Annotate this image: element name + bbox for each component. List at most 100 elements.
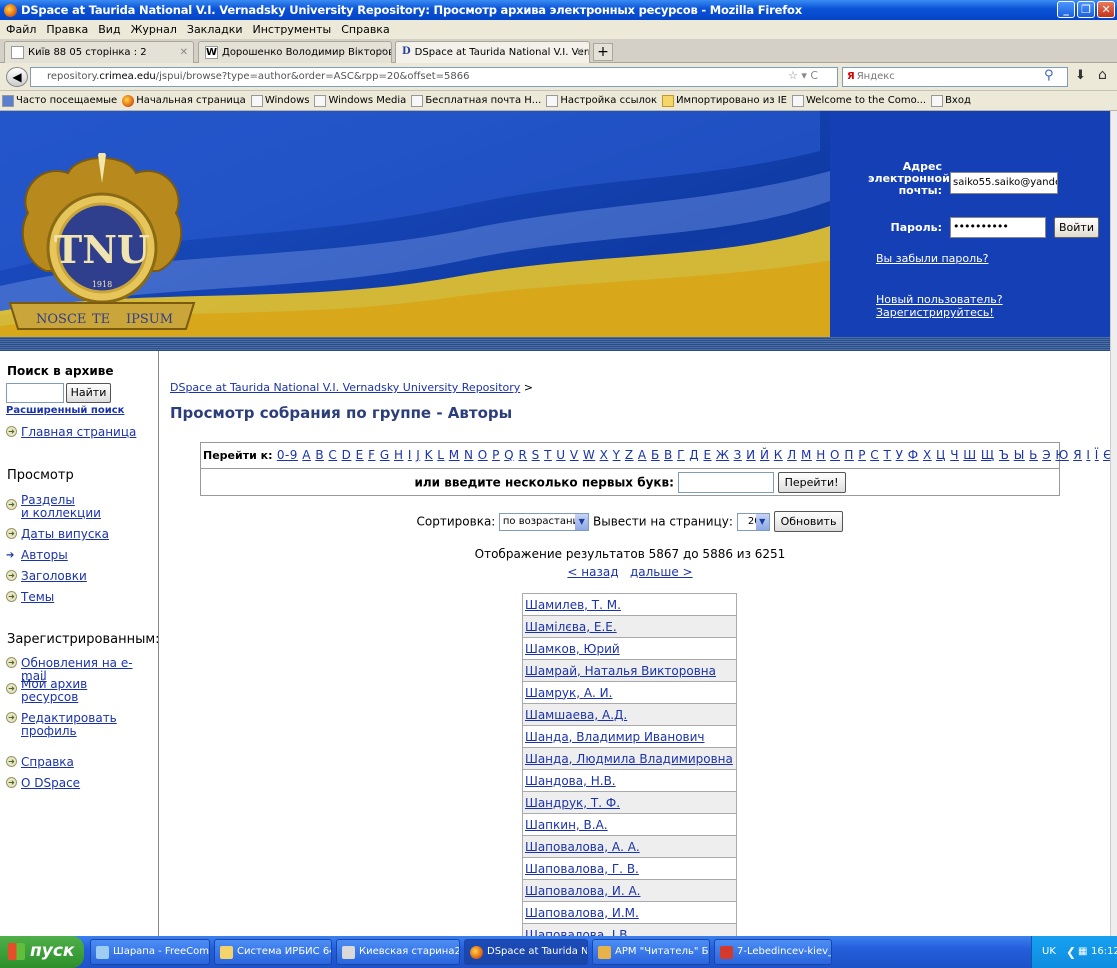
jump-link[interactable]: X: [600, 448, 609, 462]
author-link[interactable]: Шамрай, Наталья Викторовна: [525, 664, 716, 678]
jump-link[interactable]: H: [394, 448, 404, 462]
bookmark-login[interactable]: Вход: [931, 94, 971, 107]
author-link[interactable]: Шанда, Людмила Владимировна: [525, 752, 733, 766]
close-tab-icon[interactable]: ✕: [576, 47, 584, 58]
menu-help[interactable]: Справка: [341, 23, 389, 36]
menu-file[interactable]: Файл: [6, 23, 36, 36]
jump-link[interactable]: E: [356, 448, 364, 462]
password-field[interactable]: ••••••••••: [950, 217, 1046, 238]
author-link[interactable]: Шаповалова, И. А.: [525, 884, 641, 898]
breadcrumb-home-link[interactable]: DSpace at Taurida National V.I. Vernadsk…: [170, 381, 520, 394]
sidebar-item-label[interactable]: Редактировать профиль: [21, 712, 158, 738]
jump-link[interactable]: N: [464, 448, 473, 462]
taskbar-item-freecommander[interactable]: Шарапа - FreeComm...: [90, 939, 210, 965]
jump-link[interactable]: Ф: [908, 448, 919, 462]
jump-link[interactable]: К: [774, 448, 783, 462]
minimize-button[interactable]: _: [1057, 1, 1075, 18]
jump-link[interactable]: Ъ: [999, 448, 1010, 462]
sidebar-item-home[interactable]: ➜ Главная страница: [6, 426, 136, 439]
sidebar-item-label[interactable]: Мой архив ресурсов: [21, 678, 87, 704]
jump-link[interactable]: D: [342, 448, 352, 462]
author-link[interactable]: Шапкин, В.А.: [525, 818, 608, 832]
bookmark-free-mail[interactable]: Бесплатная почта Н...: [411, 94, 541, 107]
jump-link[interactable]: И: [746, 448, 755, 462]
login-button[interactable]: Войти: [1054, 217, 1099, 238]
author-link[interactable]: Шандова, Н.В.: [525, 774, 616, 788]
jump-link[interactable]: T: [544, 448, 552, 462]
bookmark-home-page[interactable]: Начальная страница: [122, 94, 246, 107]
jump-link[interactable]: B: [315, 448, 324, 462]
update-button[interactable]: Обновить: [773, 511, 844, 532]
sidebar-item-label[interactable]: Авторы: [21, 549, 68, 562]
sidebar-item-label[interactable]: Справка: [21, 756, 74, 769]
go-button[interactable]: Перейти!: [777, 472, 846, 493]
jump-link[interactable]: М: [801, 448, 812, 462]
sort-order-select[interactable]: по возрастанию ▼: [499, 512, 590, 531]
bookmark-imported-ie[interactable]: Импортировано из IE: [662, 94, 787, 107]
previous-page-link[interactable]: < назад: [567, 565, 618, 579]
jump-link[interactable]: С: [870, 448, 879, 462]
jump-link[interactable]: Ь: [1029, 448, 1038, 462]
menu-tools[interactable]: Инструменты: [253, 23, 332, 36]
jump-link[interactable]: Ї: [1095, 448, 1099, 462]
menu-bookmarks[interactable]: Закладки: [187, 23, 243, 36]
bookmark-most-visited[interactable]: Часто посещаемые: [2, 94, 117, 107]
tab-dspace[interactable]: D DSpace at Taurida National V.I. Vernad…: [395, 41, 590, 63]
maximize-button[interactable]: ❐: [1077, 1, 1095, 18]
jump-link[interactable]: Ж: [716, 448, 729, 462]
tab-kyiv[interactable]: Київ 88 05 сторінка : 2 ✕: [4, 41, 194, 63]
sidebar-item-my-archive[interactable]: ➜ Мой архив ресурсов: [6, 678, 87, 704]
start-button[interactable]: пуск: [0, 936, 84, 968]
menu-view[interactable]: Вид: [98, 23, 120, 36]
tray-arrow-icon[interactable]: ❮: [1066, 936, 1076, 968]
jump-link[interactable]: R: [518, 448, 527, 462]
jump-link[interactable]: Ч: [950, 448, 959, 462]
jump-link[interactable]: І: [1086, 448, 1090, 462]
sidebar-item-titles[interactable]: ➜ Заголовки: [6, 570, 87, 583]
menu-edit[interactable]: Правка: [46, 23, 88, 36]
jump-link[interactable]: Г: [677, 448, 685, 462]
jump-link[interactable]: O: [478, 448, 488, 462]
jump-link[interactable]: Є: [1103, 448, 1110, 462]
jump-link[interactable]: U: [556, 448, 565, 462]
author-link[interactable]: Шандрук, Т. Ф.: [525, 796, 620, 810]
jump-link[interactable]: P: [492, 448, 500, 462]
taskbar-item-irbis[interactable]: Система ИРБИС 64 u...: [214, 939, 332, 965]
taskbar-item-kievskaya[interactable]: Киевская старина2....: [336, 939, 460, 965]
new-tab-button[interactable]: +: [593, 43, 613, 61]
author-link[interactable]: Шамрук, А. И.: [525, 686, 612, 700]
taskbar-item-pdf[interactable]: 7-Lebedincev-kiev_st...: [714, 939, 832, 965]
jump-link[interactable]: Д: [689, 448, 699, 462]
sidebar-item-label[interactable]: Разделы и коллекции: [21, 494, 101, 520]
sidebar-item-label[interactable]: Даты випуска: [21, 528, 109, 541]
jump-link[interactable]: 0-9: [277, 448, 298, 462]
jump-link[interactable]: C: [328, 448, 337, 462]
close-tab-icon[interactable]: ✕: [378, 47, 386, 58]
jump-link[interactable]: Х: [923, 448, 932, 462]
tab-doroshenko[interactable]: W Дорошенко Володимир Вікторович — В... …: [198, 41, 392, 63]
jump-link[interactable]: А: [638, 448, 647, 462]
register-link[interactable]: Новый пользователь? Зарегистрируйтесь!: [876, 293, 1110, 319]
jump-link[interactable]: Ш: [963, 448, 976, 462]
jump-link[interactable]: F: [368, 448, 375, 462]
search-icon[interactable]: ⚲: [1044, 68, 1054, 83]
jump-link[interactable]: L: [437, 448, 444, 462]
author-link[interactable]: Шамилев, Т. М.: [525, 598, 621, 612]
url-bar[interactable]: repository.crimea.edu/jspui/browse?type=…: [30, 67, 838, 87]
author-link[interactable]: Шаповалова, А. А.: [525, 840, 640, 854]
bookmark-link-settings[interactable]: Настройка ссылок: [546, 94, 657, 107]
forgot-password-link[interactable]: Вы забыли пароль?: [876, 252, 988, 265]
sidebar-search-input[interactable]: [6, 383, 64, 403]
sidebar-item-label[interactable]: Главная страница: [21, 426, 136, 439]
jump-link[interactable]: S: [532, 448, 540, 462]
jump-link[interactable]: M: [449, 448, 460, 462]
jump-link[interactable]: G: [380, 448, 390, 462]
jump-link[interactable]: Н: [816, 448, 826, 462]
back-button[interactable]: ◀: [6, 67, 28, 87]
jump-link[interactable]: W: [583, 448, 595, 462]
jump-link[interactable]: Б: [651, 448, 660, 462]
author-link[interactable]: Шамшаева, А.Д.: [525, 708, 627, 722]
jump-link[interactable]: A: [302, 448, 311, 462]
jump-link[interactable]: Э: [1042, 448, 1051, 462]
advanced-search-link[interactable]: Расширенный поиск: [6, 405, 124, 416]
